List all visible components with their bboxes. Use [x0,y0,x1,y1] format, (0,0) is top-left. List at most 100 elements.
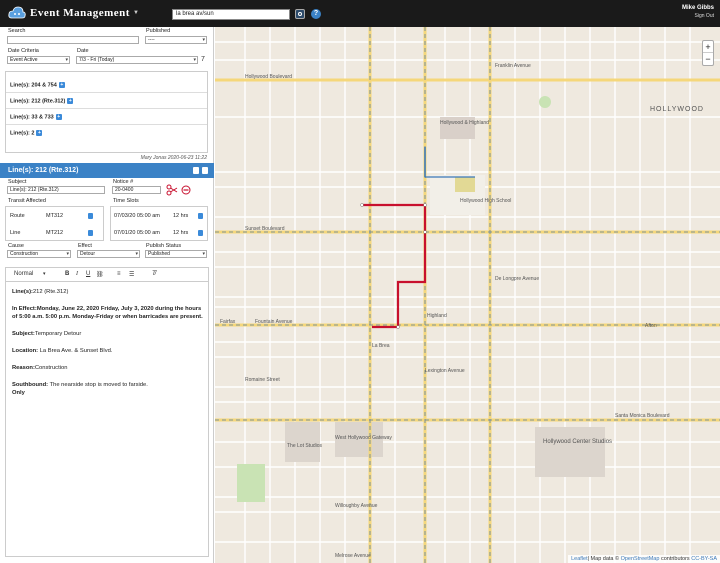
expand-plus-icon[interactable]: + [67,98,74,104]
event-list: Line(s): 204 & 754 + Line(s): 212 (Rte.31… [5,71,208,153]
date-label: Date [77,48,89,54]
map-label: HOLLYWOOD [650,106,704,113]
time-slot-date: 07/01/20 05:00 am [114,230,160,236]
help-icon[interactable]: ? [311,9,321,19]
zoom-out-button[interactable]: − [703,53,713,65]
publish-status-label: Publish Status [146,243,182,249]
transit-id: MT212 [46,230,64,236]
map-attribution: Leaflet| Map data © OpenStreetMap contri… [568,555,720,563]
format-chevron-icon[interactable]: ▾ [43,271,46,277]
format-dropdown[interactable]: Normal [14,271,33,277]
map-label: Highland [427,313,447,319]
effect-label: Effect [78,243,92,249]
list-item[interactable]: Line(s): 33 & 733 + [6,109,207,125]
italic-icon[interactable]: I [76,271,78,277]
time-slot-date: 07/03/20 05:00 am [114,213,160,219]
time-slots-table: 07/03/20 05:00 am 12 hrs 07/01/20 05:00 … [110,206,208,241]
cause-select[interactable]: Construction [7,250,71,258]
remove-circle-icon[interactable] [181,185,191,195]
editor-paragraph: In Effect:Monday, June 22, 2020 Friday, … [12,306,203,320]
map-label: Melrose Avenue [335,553,371,559]
list-item-label: Line(s): 212 (Rte.312) [10,98,66,105]
date-criteria-label: Date Criteria [8,48,39,54]
search-go-button[interactable] [295,9,305,19]
list-item[interactable]: Line(s): 204 & 754 + [6,77,207,93]
zoom-in-button[interactable]: + [703,41,713,53]
map-label: Fountain Avenue [255,319,293,325]
event-detail-header: Line(s): 212 (Rte.312) [0,163,214,178]
transit-type: Line [10,230,21,236]
left-panel: Search Published ---- Date Criteria Even… [0,27,214,563]
subject-field[interactable]: Line(s): 212 (Rte.312) [7,186,105,194]
expand-plus-icon[interactable]: + [36,130,43,136]
license-link[interactable]: CC-BY-SA [691,556,717,562]
bold-icon[interactable]: B [65,271,69,277]
map-canvas[interactable]: HOLLYWOOD Hollywood & Highland Hollywood… [215,27,720,563]
time-slot-duration: 12 hrs [173,213,189,219]
map-label: Hollywood & Highland [440,120,489,126]
list-item[interactable]: Line(s): 212 (Rte.312) + [6,93,207,109]
trash-icon[interactable] [88,230,93,236]
date-select[interactable]: 7/3 - Fri (Today) [76,56,198,64]
rich-text-editor[interactable]: Normal ▾ B I U ⛓ ≡ ☰ T̸ Line(s):212 (Rte… [5,267,209,557]
underline-icon[interactable]: U [86,271,90,277]
search-label: Search [8,28,26,34]
map-label: Franklin Avenue [495,63,531,69]
app-title: Event Management [30,7,130,19]
editor-paragraph: Southbound: The nearside stop is moved t… [12,382,148,396]
list-item-label: Line(s): 33 & 733 [10,114,54,121]
published-label: Published [146,28,171,34]
publish-status-select[interactable]: Published [145,250,207,258]
trash-icon[interactable] [88,213,93,219]
notice-label: Notice # [113,179,134,185]
editor-content[interactable]: Line(s):212 (Rte.312) In Effect:Monday, … [12,288,204,397]
sign-out-link[interactable]: Sign Out [695,13,714,19]
editor-toolbar: Normal ▾ B I U ⛓ ≡ ☰ T̸ [6,268,208,282]
trash-icon[interactable] [193,167,199,174]
location-search-input[interactable]: la brea av/sun [172,9,290,20]
search-icon [298,12,302,16]
expand-plus-icon[interactable]: + [55,114,62,120]
map-label: De Longpre Avenue [495,276,539,282]
clear-format-icon[interactable]: T̸ [152,271,156,277]
bullet-list-icon[interactable]: ☰ [129,271,134,278]
list-item-label: Line(s): 204 & 754 [10,82,57,89]
editor-paragraph: Location: La Brea Ave. & Sunset Blvd. [12,348,113,354]
transit-type: Route [10,213,25,219]
osm-link[interactable]: OpenStreetMap [621,556,660,562]
event-detail-title: Line(s): 212 (Rte.312) [8,167,79,174]
cloud-logo-icon [8,6,26,19]
user-name: Mike Gibbs [681,5,714,11]
map-label: Hollywood Boulevard [245,74,292,80]
transit-id: MT312 [46,213,64,219]
effect-select[interactable]: Detour [77,250,140,258]
map-view[interactable]: HOLLYWOOD Hollywood & Highland Hollywood… [215,27,720,563]
map-label: Romaine Street [245,377,280,383]
time-slots-label: Time Slots [113,198,139,204]
scissors-icon[interactable] [166,184,178,196]
link-icon[interactable]: ⛓ [96,271,104,278]
editor-paragraph: Reason:Construction [12,365,68,371]
save-icon[interactable] [202,167,208,174]
leaflet-link[interactable]: Leaflet [571,556,588,562]
date-criteria-select[interactable]: Event Active [7,56,70,64]
search-field[interactable] [7,36,139,44]
map-label: Santa Monica Boulevard [615,413,670,419]
trash-icon[interactable] [198,230,203,236]
subject-label: Subject [8,179,27,185]
map-label: La Brea [372,343,390,349]
notice-field[interactable]: 20-0400 [112,186,161,194]
map-label: Sunset Boulevard [245,226,285,232]
expand-plus-icon[interactable]: + [58,82,65,88]
map-label: West Hollywood Gateway [335,435,392,441]
map-label: Hollywood High School [460,198,511,204]
ordered-list-icon[interactable]: ≡ [117,271,121,277]
attribution-text: | Map data © [587,556,621,562]
list-item[interactable]: Line(s): 2 + [6,125,207,141]
app-menu-chevron-icon[interactable]: ▼ [133,10,139,16]
map-label: Fairfax [220,319,236,325]
map-label: Lexington Avenue [425,368,465,374]
trash-icon[interactable] [198,213,203,219]
zoom-control: + − [702,40,714,66]
published-select[interactable]: ---- [145,36,207,44]
